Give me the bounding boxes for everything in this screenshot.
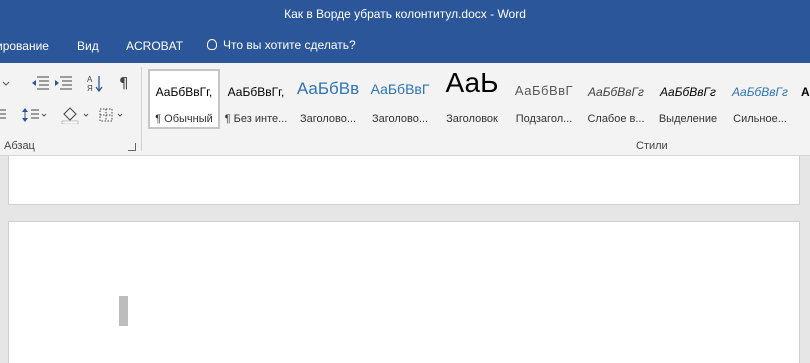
style-heading-2[interactable]: АаБбВвГ Заголово... [364,69,436,129]
pilcrow-icon[interactable]: ¶ [116,73,136,92]
tell-me-box[interactable]: Что вы хотите сделать? [207,38,356,52]
style-sample: АаБбВвГг [732,85,788,99]
style-name: Заголовок [446,113,498,125]
shading-icon[interactable] [60,106,94,125]
style-sample: АаБбВвГ [370,81,430,97]
style-name: Подзагол... [515,113,573,125]
ribbon-tabs: ирование Вид ACROBAT Что вы хотите сдела… [0,29,810,63]
style-name: Слабое в... [587,113,645,125]
style-name: Заголово... [299,113,357,125]
style-sample: А [801,85,810,99]
style-subtitle[interactable]: АаБбВвГ Подзагол... [508,69,580,129]
style-sample: АаБбВвГ [514,83,574,98]
group-separator [141,67,142,151]
style-name: ¶ Без инте... [224,113,288,125]
style-sample: АаЬ [445,67,499,98]
line-spacing-icon[interactable] [20,106,48,124]
sort-icon[interactable]: AЯ [85,73,105,93]
list-dropdown-icon[interactable] [0,74,20,92]
page-previous-bottom [8,156,800,205]
style-name: ¶ Обычный [155,113,213,125]
style-sample: АаБбВвГг, [155,85,213,99]
ribbon: AЯ ¶ Абзац АаБбВвГг, ¶ Обычный АаБбВвГг,… [0,63,810,156]
svg-text:¶: ¶ [119,74,129,92]
style-sample: АаБбВвГг [660,85,716,99]
style-subtle-emphasis[interactable]: АаБбВвГг Слабое в... [580,69,652,129]
style-heading-1[interactable]: АаБбВв Заголово... [292,69,364,129]
tell-me-placeholder: Что вы хотите сделать? [223,38,356,52]
style-name: Заголово... [371,113,429,125]
tab-acrobat[interactable]: ACROBAT [126,39,183,53]
style-intense-emphasis[interactable]: АаБбВвГг Сильное... [724,69,796,129]
svg-text:A: A [87,75,93,84]
paragraph-dialog-launcher-icon[interactable] [128,143,136,151]
styles-gallery: АаБбВвГг, ¶ Обычный АаБбВвГг, ¶ Без инте… [146,67,810,129]
increase-indent-icon[interactable] [53,74,73,92]
tab-review[interactable]: ирование [0,39,49,53]
borders-icon[interactable] [98,106,128,124]
style-sample: АаБбВвГг, [227,85,285,99]
paragraph-group-label: Абзац [4,140,35,152]
style-sample: АаБбВв [296,79,360,98]
decrease-indent-icon[interactable] [30,74,50,92]
style-strong[interactable]: А [796,69,810,129]
align-justify-icon[interactable] [0,106,20,124]
text-cursor [119,296,128,326]
styles-group-label: Стили [636,140,668,152]
style-emphasis[interactable]: АаБбВвГг Выделение [652,69,724,129]
svg-text:Я: Я [87,84,93,93]
page-current[interactable] [8,221,800,363]
lightbulb-icon [207,39,217,50]
style-title[interactable]: АаЬ Заголовок [436,67,508,129]
style-normal[interactable]: АаБбВвГг, ¶ Обычный [148,69,220,129]
tab-view[interactable]: Вид [77,39,99,53]
title-bar: Как в Ворде убрать колонтитул.docx - Wor… [0,0,810,29]
window-title: Как в Ворде убрать колонтитул.docx - Wor… [284,7,526,21]
style-sample: АаБбВвГг [588,85,644,99]
style-name: Сильное... [733,113,787,125]
style-name: Выделение [658,113,718,125]
style-no-spacing[interactable]: АаБбВвГг, ¶ Без инте... [220,69,292,129]
